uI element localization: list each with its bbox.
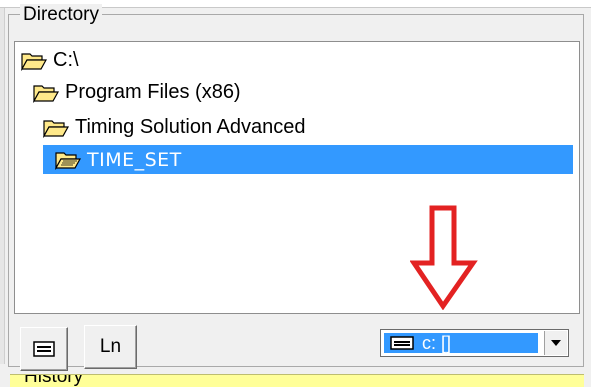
ln-button-label: Ln bbox=[99, 336, 122, 357]
open-folder-icon bbox=[43, 119, 69, 138]
chevron-down-icon bbox=[551, 340, 561, 346]
history-legend: History bbox=[24, 374, 84, 387]
folder-label: Timing Solution Advanced bbox=[75, 116, 306, 138]
folder-item-timing-solution[interactable]: Timing Solution Advanced bbox=[43, 113, 306, 142]
down-arrow-annotation-icon bbox=[410, 205, 478, 310]
ln-button[interactable]: Ln bbox=[84, 325, 137, 369]
drive-dropdown-button[interactable] bbox=[544, 331, 567, 355]
drive-select[interactable]: c: [] bbox=[380, 329, 569, 357]
open-folder-icon bbox=[55, 151, 81, 170]
open-folder-icon bbox=[21, 52, 47, 71]
folder-label: Program Files (x86) bbox=[65, 81, 241, 103]
folder-label: C:\ bbox=[53, 49, 79, 71]
folder-label: TIME_SET bbox=[87, 148, 182, 171]
list-view-button[interactable] bbox=[20, 327, 68, 371]
directory-legend: Directory bbox=[20, 4, 103, 26]
open-folder-icon bbox=[33, 84, 59, 103]
folder-item-program-files[interactable]: Program Files (x86) bbox=[33, 78, 241, 107]
drive-value-text: c: [] bbox=[422, 332, 452, 353]
history-group-bar: History bbox=[10, 374, 584, 387]
folder-item-root[interactable]: C:\ bbox=[21, 46, 79, 75]
list-icon bbox=[33, 341, 55, 357]
left-edge bbox=[0, 8, 5, 364]
drive-icon bbox=[390, 336, 414, 350]
drive-selected-value: c: [] bbox=[384, 333, 538, 353]
folder-item-time-set[interactable]: TIME_SET bbox=[43, 145, 573, 174]
directory-listbox[interactable]: C:\ Program Files (x86) Timing Solution … bbox=[14, 41, 580, 314]
